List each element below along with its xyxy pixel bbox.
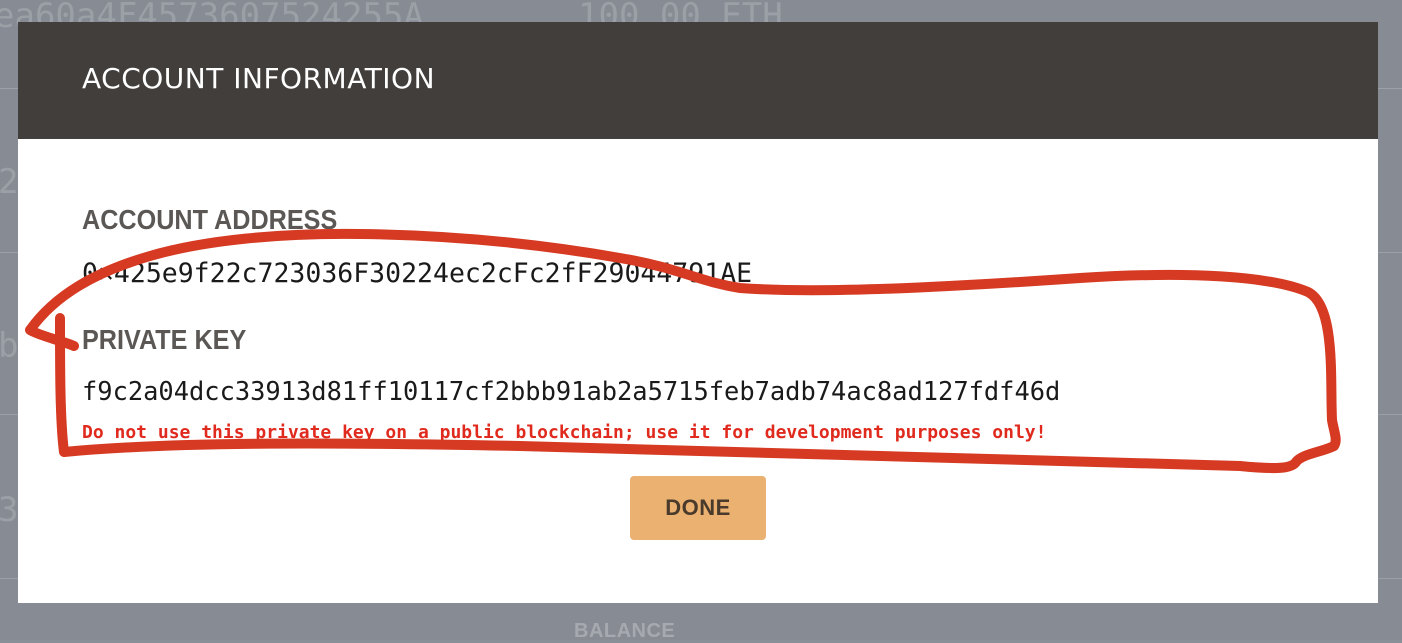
background-row-fragment: b bbox=[0, 326, 19, 366]
account-address-label: ACCOUNT ADDRESS bbox=[82, 204, 338, 235]
done-button[interactable]: DONE bbox=[630, 476, 766, 540]
account-address-value: 0×425e9f22c723036F30224ec2cFc2fF29044791… bbox=[82, 258, 753, 289]
modal-title: ACCOUNT INFORMATION bbox=[82, 62, 436, 95]
background-row-fragment: 2 bbox=[0, 162, 19, 202]
background-row-fragment: 3 bbox=[0, 490, 19, 530]
private-key-warning: Do not use this private key on a public … bbox=[82, 422, 1047, 443]
private-key-value: f9c2a04dcc33913d81ff10117cf2bbb91ab2a571… bbox=[82, 376, 1061, 406]
private-key-label: PRIVATE KEY bbox=[82, 324, 247, 355]
modal-header: ACCOUNT INFORMATION bbox=[18, 22, 1378, 139]
account-information-modal: ACCOUNT INFORMATION ACCOUNT ADDRESS 0×42… bbox=[18, 22, 1378, 603]
